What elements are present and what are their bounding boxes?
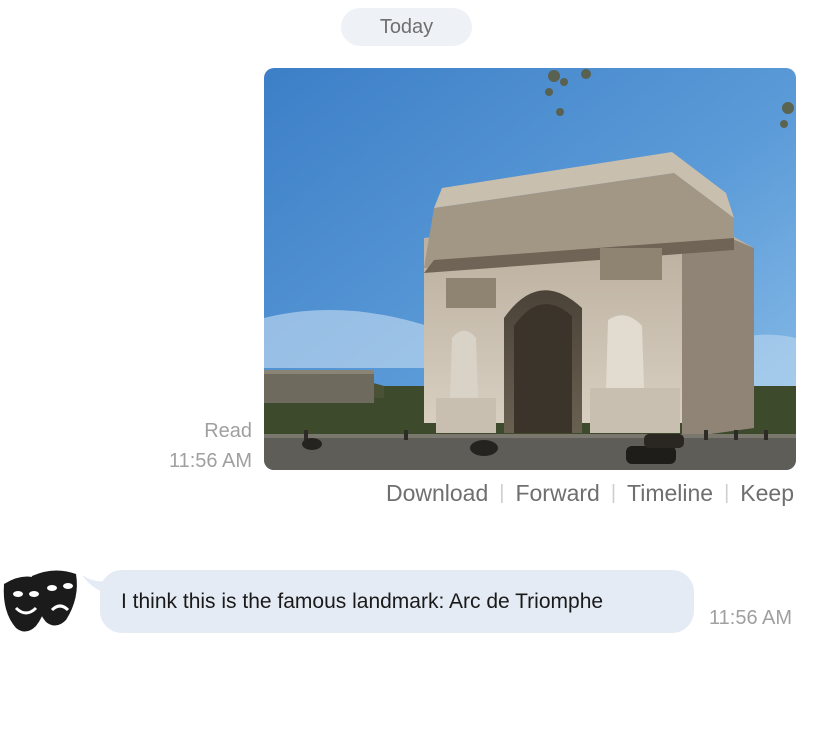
theater-masks-icon[interactable] <box>0 564 84 636</box>
message-bubble[interactable]: I think this is the famous landmark: Arc… <box>100 570 694 633</box>
image-message-time: 11:56 AM <box>168 450 252 472</box>
read-receipt: Read 11:56 AM <box>169 416 252 476</box>
keep-button[interactable]: Keep <box>740 480 794 507</box>
image-actions: Download | Forward | Timeline | Keep <box>386 480 794 507</box>
image-attachment[interactable] <box>264 68 796 470</box>
forward-button[interactable]: Forward <box>515 480 599 507</box>
download-button[interactable]: Download <box>386 480 488 507</box>
read-status: Read <box>204 420 252 442</box>
reply-message-time: 11:56 AM <box>709 607 793 629</box>
timeline-button[interactable]: Timeline <box>627 480 713 507</box>
action-divider: | <box>610 482 617 504</box>
message-text: I think this is the famous landmark: Arc… <box>121 589 604 613</box>
arc-de-triomphe-photo <box>264 68 796 470</box>
action-divider: | <box>499 482 505 504</box>
action-divider: | <box>724 482 730 504</box>
date-separator: Today <box>341 8 472 46</box>
date-label: Today <box>379 15 434 38</box>
